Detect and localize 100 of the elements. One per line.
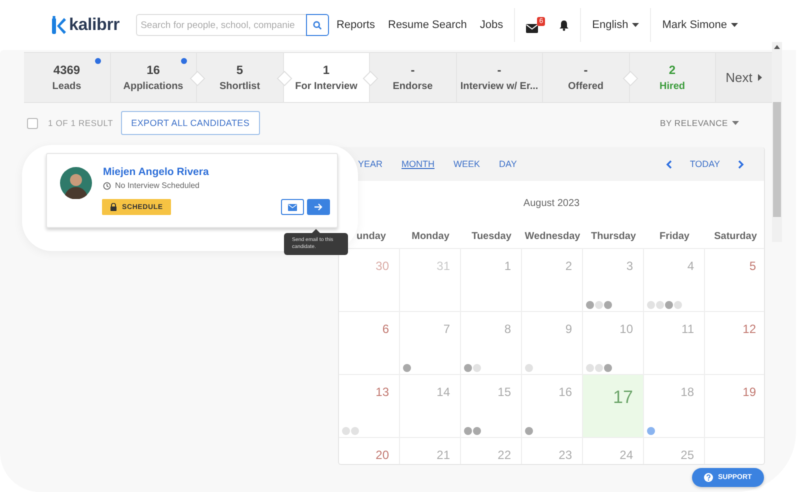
stage-tab[interactable]: - Interview w/ Er... (456, 53, 543, 102)
day-number: 16 (558, 385, 572, 399)
open-profile-button[interactable] (307, 199, 330, 215)
day-number: 2 (565, 259, 572, 273)
stage-count: 4369 (53, 63, 80, 77)
day-cell[interactable]: 1 (461, 249, 522, 311)
caret-icon (758, 74, 762, 81)
day-cell[interactable]: 7 (400, 312, 461, 374)
day-cell[interactable]: 17 (583, 375, 644, 437)
user-menu[interactable]: Mark Simone (662, 19, 738, 31)
arrow-right-icon (314, 203, 323, 211)
day-number: 21 (436, 448, 450, 462)
help-icon (704, 473, 713, 482)
weekday-header: unday (356, 230, 387, 244)
stage-tab[interactable]: 16 Applications (110, 53, 197, 102)
weekday-header: Saturday (713, 230, 758, 244)
stage-count: 5 (236, 63, 244, 77)
sort-dropdown[interactable]: BY RELEVANCE (660, 118, 739, 128)
day-cell[interactable]: 5 (705, 249, 764, 311)
stage-count: - (410, 63, 415, 77)
candidate-name[interactable]: Miejen Angelo Rivera (103, 166, 209, 178)
day-cell[interactable]: 13 (339, 375, 400, 437)
day-cell[interactable]: 14 (400, 375, 461, 437)
stage-label: Endorse (392, 81, 433, 92)
stage-label: Offered (568, 81, 604, 92)
day-cell[interactable]: 24 (583, 438, 644, 464)
stage-label: Interview w/ Er... (460, 81, 538, 92)
day-cell[interactable]: 21 (400, 438, 461, 464)
weekday-header: Thursday (590, 230, 637, 244)
stage-count: 16 (146, 63, 160, 77)
day-cell[interactable]: 11 (644, 312, 705, 374)
day-cell[interactable]: 22 (461, 438, 522, 464)
day-cell[interactable]: 20 (339, 438, 400, 464)
view-tab[interactable]: WEEK (454, 159, 480, 169)
bell-icon[interactable] (559, 20, 570, 30)
language-dropdown[interactable]: English (592, 19, 640, 31)
day-number: 3 (626, 259, 633, 273)
nav-link[interactable]: Resume Search (388, 19, 467, 31)
day-number: 1 (504, 259, 511, 273)
today-button[interactable]: TODAY (690, 159, 720, 169)
day-number: 6 (382, 322, 389, 336)
stage-tab[interactable]: - Offered (543, 53, 630, 102)
stage-tab[interactable]: 4369 Leads (24, 53, 110, 102)
clock-icon (103, 182, 111, 190)
stage-tab[interactable]: 5 Shortlist (197, 53, 284, 102)
view-tab[interactable]: YEAR (358, 159, 383, 169)
chevron-right-icon[interactable] (738, 160, 744, 168)
search-field[interactable]: Search for people, school, companie (136, 14, 306, 36)
select-all-checkbox[interactable] (27, 118, 38, 128)
day-cell[interactable]: 18 (644, 375, 705, 437)
day-cell[interactable]: 2 (522, 249, 583, 311)
search-icon (312, 20, 322, 30)
view-tab[interactable]: DAY (499, 159, 517, 169)
day-cell[interactable]: 6 (339, 312, 400, 374)
nav-link[interactable]: Reports (336, 19, 375, 31)
export-button[interactable]: EXPORT ALL CANDIDATES (121, 111, 260, 135)
stage-tab[interactable]: 2 Hired (630, 53, 716, 102)
caret-icon (731, 23, 738, 27)
day-number: 9 (565, 322, 572, 336)
day-number: 8 (504, 322, 511, 336)
weekday-header: Wednesday (524, 230, 582, 244)
day-cell[interactable]: 8 (461, 312, 522, 374)
weekday-header: Friday (658, 230, 690, 244)
scrollbar[interactable] (772, 42, 782, 242)
stage-label: Leads (52, 81, 82, 92)
day-number: 23 (558, 448, 572, 462)
search-button[interactable] (306, 14, 329, 36)
interview-status: No Interview Scheduled (115, 181, 200, 190)
day-number: 18 (680, 385, 694, 399)
day-cell[interactable]: 19 (705, 375, 764, 437)
day-cell[interactable]: 3 (583, 249, 644, 311)
day-cell[interactable]: 4 (644, 249, 705, 311)
day-cell[interactable]: 9 (522, 312, 583, 374)
view-tab[interactable]: MONTH (402, 159, 435, 169)
day-number: 12 (742, 322, 756, 336)
stage-count: - (584, 63, 588, 77)
stage-label: Applications (123, 81, 184, 92)
day-number: 22 (498, 448, 511, 462)
weekday-header: Monday (410, 230, 450, 244)
day-cell[interactable]: 23 (522, 438, 583, 464)
result-count: 1 OF 1 RESULT (48, 118, 114, 128)
logo-text: kalibrr (69, 15, 120, 35)
day-number: 7 (443, 322, 450, 336)
mail-icon (526, 24, 538, 33)
stage-label: For Interview (295, 81, 358, 92)
day-number: 4 (687, 259, 694, 273)
day-cell[interactable]: 15 (461, 375, 522, 437)
day-number: 13 (376, 385, 389, 399)
email-button[interactable] (281, 199, 304, 215)
day-number: 20 (376, 448, 389, 462)
nav-link[interactable]: Jobs (480, 19, 504, 31)
stage-tab[interactable]: 1 For Interview (284, 53, 370, 102)
stage-count: - (497, 63, 502, 77)
chevron-left-icon[interactable] (666, 160, 672, 168)
day-number: 11 (682, 322, 694, 336)
day-cell[interactable]: 12 (705, 312, 764, 374)
next-button[interactable]: Next (716, 53, 772, 102)
day-cell[interactable]: 10 (583, 312, 644, 374)
stage-tab[interactable]: - Endorse (370, 53, 456, 102)
logo-icon (52, 16, 66, 34)
